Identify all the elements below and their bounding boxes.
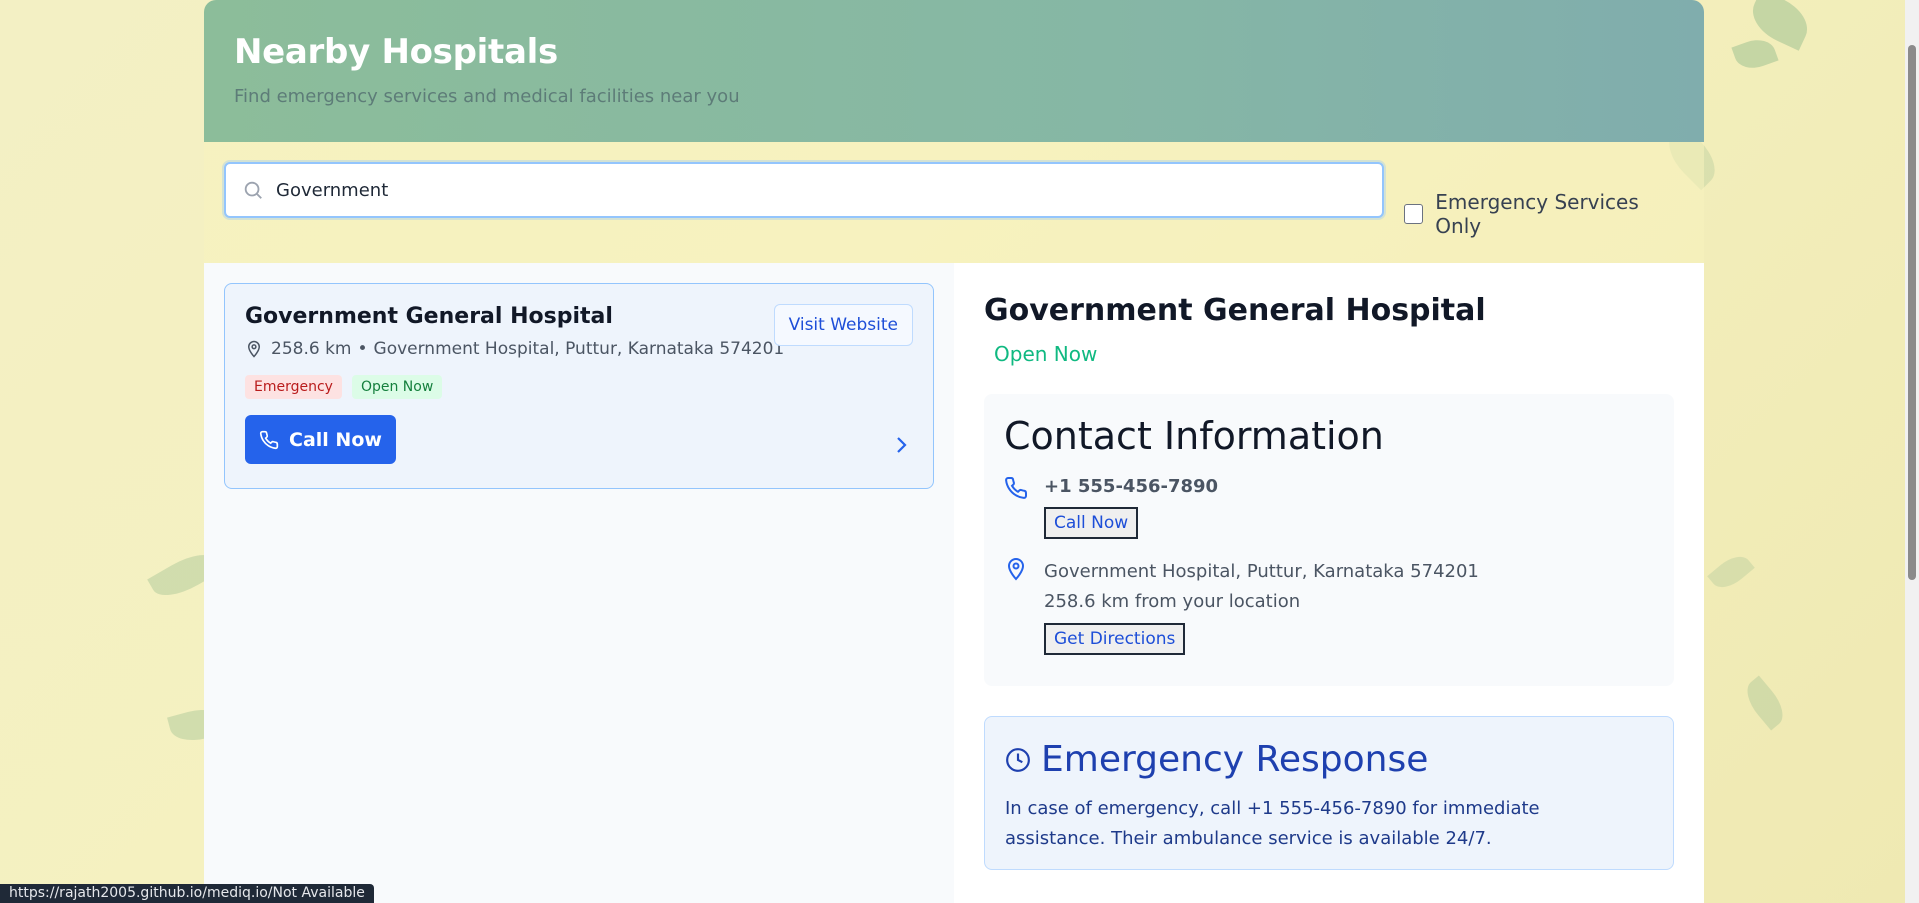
emergency-filter[interactable]: Emergency Services Only <box>1403 190 1684 238</box>
search-box[interactable] <box>224 162 1384 218</box>
leaf-decoration <box>1731 34 1779 74</box>
hospital-list: Government General Hospital 258.6 km • G… <box>204 263 954 903</box>
open-now-badge: Open Now <box>351 375 443 399</box>
content-area: Government General Hospital 258.6 km • G… <box>204 263 1704 903</box>
call-now-button[interactable]: Call Now <box>245 415 396 464</box>
page-scrollbar[interactable] <box>1905 0 1919 903</box>
emergency-filter-checkbox[interactable] <box>1403 204 1424 224</box>
phone-icon <box>1005 476 1028 499</box>
search-input[interactable] <box>276 179 1376 201</box>
page-subtitle: Find emergency services and medical faci… <box>234 86 740 107</box>
contact-phone-row: +1 555-456-7890 Call Now <box>1004 476 1654 539</box>
search-icon <box>244 181 262 199</box>
contact-address-row: Government Hospital, Puttur, Karnataka 5… <box>1004 557 1654 655</box>
visit-website-button[interactable]: Visit Website <box>773 304 913 346</box>
leaf-decoration <box>1707 549 1755 595</box>
page-header: Nearby Hospitals Find emergency services… <box>204 0 1704 142</box>
emergency-badge: Emergency <box>245 375 342 399</box>
link-status-bar: https://rajath2005.github.io/mediq.io/No… <box>0 884 374 903</box>
detail-status: Open Now <box>994 342 1098 366</box>
meta-separator: • <box>357 339 368 359</box>
hospital-address: Government Hospital, Puttur, Karnataka 5… <box>373 339 785 359</box>
emergency-response-section: Emergency Response In case of emergency,… <box>984 716 1674 870</box>
contact-phone: +1 555-456-7890 <box>1044 476 1219 497</box>
contact-info-title: Contact Information <box>1004 414 1384 458</box>
main-card: Nearby Hospitals Find emergency services… <box>204 0 1704 903</box>
emergency-response-title-text: Emergency Response <box>1041 739 1429 780</box>
contact-address: Government Hospital, Puttur, Karnataka 5… <box>1044 561 1479 582</box>
contact-call-now-button[interactable]: Call Now <box>1044 507 1139 539</box>
scrollbar-thumb[interactable] <box>1908 45 1916 580</box>
detail-hospital-name: Government General Hospital <box>984 293 1486 328</box>
contact-distance: 258.6 km from your location <box>1044 591 1301 612</box>
hospital-distance: 258.6 km <box>271 339 352 359</box>
contact-info-section: Contact Information +1 555-456-7890 Call… <box>984 394 1674 686</box>
call-now-label: Call Now <box>289 428 382 451</box>
phone-icon <box>259 430 279 449</box>
map-pin-icon <box>1007 558 1025 581</box>
hospital-card[interactable]: Government General Hospital 258.6 km • G… <box>224 283 934 489</box>
emergency-response-title: Emergency Response <box>1005 739 1653 780</box>
clock-icon <box>1006 747 1030 772</box>
map-pin-icon <box>247 340 261 358</box>
leaf-decoration <box>1738 675 1792 731</box>
hospital-badges: Emergency Open Now <box>245 375 913 399</box>
chevron-right-icon[interactable] <box>895 434 909 456</box>
emergency-response-text: In case of emergency, call +1 555-456-78… <box>1005 798 1540 849</box>
search-section: Emergency Services Only <box>204 142 1704 263</box>
emergency-filter-label: Emergency Services Only <box>1435 190 1639 238</box>
get-directions-button[interactable]: Get Directions <box>1044 623 1186 655</box>
hospital-detail: Government General Hospital Open Now Con… <box>954 263 1704 903</box>
page-title: Nearby Hospitals <box>234 32 558 72</box>
